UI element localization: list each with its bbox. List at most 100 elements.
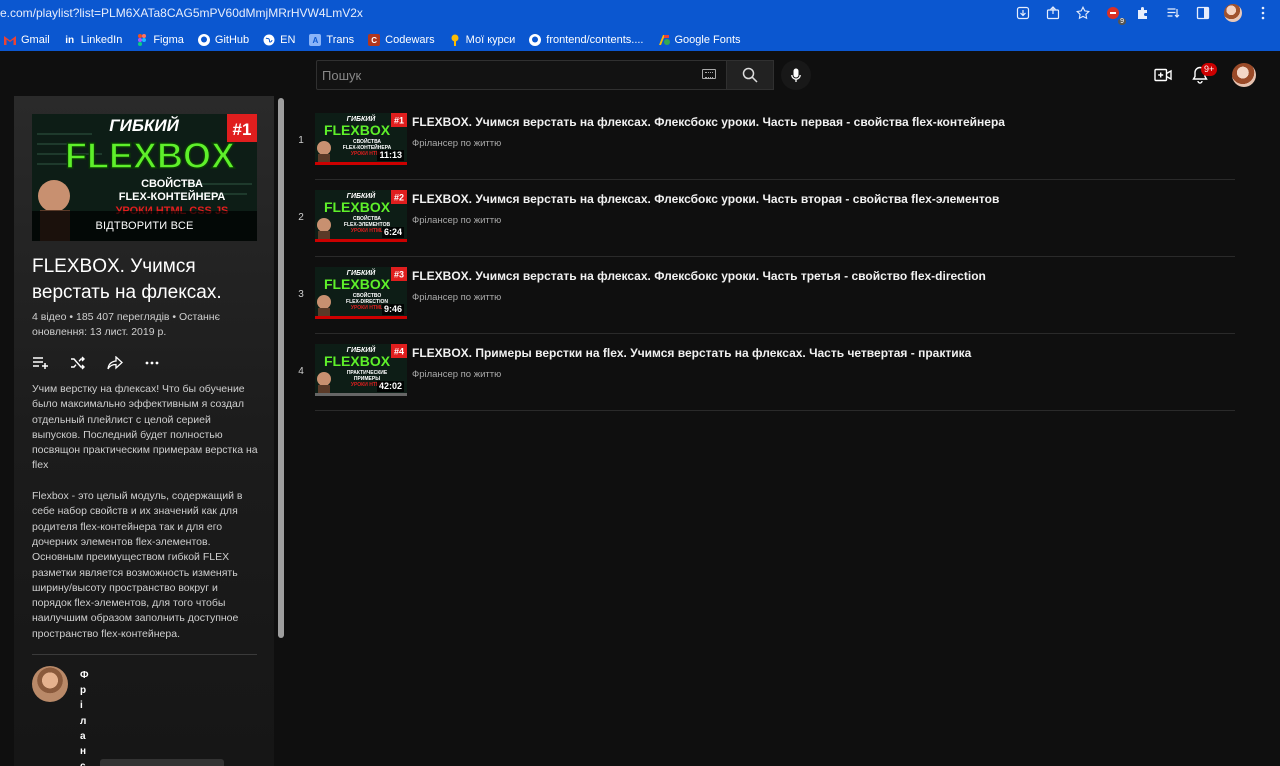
search-button[interactable] [727, 60, 774, 90]
bookmark-label: Codewars [385, 34, 435, 46]
courses-icon [449, 34, 461, 46]
playlist-thumbnail[interactable]: #1 ГИБКИЙ FLEXBOX СВОЙСТВА FLEX-КОНТЕЙНЕ… [32, 114, 257, 241]
youtube-header: 9+ [0, 51, 1280, 96]
install-app-icon[interactable] [1014, 4, 1032, 22]
bookmark-codewars[interactable]: C Codewars [368, 34, 435, 46]
thumb-small-text: ГИБКИЙ [109, 115, 179, 135]
video-index: 2 [298, 212, 304, 223]
browser-profile-avatar[interactable] [1224, 4, 1242, 22]
play-all-button[interactable]: ВІДТВОРИТИ ВСЕ [32, 211, 257, 241]
bookmark-label: Figma [153, 34, 184, 46]
reading-list-icon[interactable] [1164, 4, 1182, 22]
bookmark-linkedin[interactable]: in LinkedIn [64, 34, 122, 46]
bookmark-google-fonts[interactable]: Google Fonts [658, 34, 741, 46]
create-video-button[interactable] [1153, 65, 1173, 85]
bookmark-label: frontend/contents.... [546, 34, 644, 46]
thumb-badge: #1 [233, 120, 252, 139]
video-duration: 6:24 [381, 227, 404, 238]
translate-icon: A [309, 34, 322, 46]
divider [32, 654, 257, 655]
thumb-badge: #2 [394, 193, 404, 203]
video-channel[interactable]: Фрілансер по життю [412, 215, 501, 226]
codewars-icon: C [368, 34, 381, 46]
bookmark-frontend-contents[interactable]: frontend/contents.... [529, 34, 644, 46]
search-input[interactable] [317, 61, 687, 89]
bookmark-my-courses[interactable]: Мої курси [449, 34, 516, 46]
video-title[interactable]: FLEXBOX. Учимся верстать на флексах. Фле… [412, 115, 1005, 129]
playlist-actions [32, 354, 161, 372]
video-thumbnail[interactable]: #1 ГИБКИЙ FLEXBOX СВОЙСТВА FLEX-КОНТЕЙНЕ… [315, 113, 407, 165]
add-to-playlist-icon [33, 357, 48, 369]
watched-progress-bar [315, 239, 407, 242]
playlist-description: Учим верстку на флексах! Что бы обучение… [32, 383, 258, 640]
bookmark-label: Мої курси [465, 34, 516, 46]
share-arrow-icon [107, 356, 123, 370]
bookmarks-bar: Gmail in LinkedIn Figma GitHub EN A Tran… [0, 29, 1280, 51]
playlist-video-item[interactable]: 3 #3 ГИБКИЙ FLEXBOX СВОЙСТВО FLEX-DIRECT… [298, 257, 1235, 334]
thumb-big-text: FLEXBOX [324, 353, 391, 369]
thumb-big-text: FLEXBOX [324, 199, 391, 215]
thumb-big-text: FLEXBOX [324, 276, 391, 292]
browser-url-bar: e.com/playlist?list=PLM6XATa8CAG5mPV60dM… [0, 0, 1280, 29]
playlist-meta: 4 відео • 185 407 переглядів • Останнє о… [32, 311, 220, 338]
figma-icon [136, 34, 148, 46]
save-to-library-button[interactable] [32, 354, 50, 372]
video-index: 3 [298, 289, 304, 300]
panel-scrollbar[interactable] [278, 98, 284, 638]
video-duration: 9:46 [381, 304, 404, 315]
thumb-line1: СВОЙСТВА [353, 214, 381, 222]
video-thumbnail[interactable]: #2 ГИБКИЙ FLEXBOX СВОЙСТВА FLEX-ЭЛЕМЕНТО… [315, 190, 407, 242]
channel-name[interactable]: Фріланс [80, 668, 89, 766]
video-thumbnail[interactable]: #3 ГИБКИЙ FLEXBOX СВОЙСТВО FLEX-DIRECTIO… [315, 267, 407, 319]
shuffle-icon [71, 356, 85, 370]
shuffle-button[interactable] [69, 354, 87, 372]
browser-menu-icon[interactable] [1254, 4, 1272, 22]
video-thumbnail[interactable]: #4 ГИБКИЙ FLEXBOX ПРАКТИЧЕСКИЕ ПРИМЕРЫ У… [315, 344, 407, 396]
video-channel[interactable]: Фрілансер по життю [412, 369, 501, 380]
linkedin-icon: in [65, 34, 75, 46]
more-horizontal-icon [145, 361, 159, 365]
voice-search-button[interactable] [781, 60, 811, 90]
thumb-line3: УРОКИ HTML [351, 305, 383, 311]
video-channel[interactable]: Фрілансер по життю [412, 292, 501, 303]
thumb-line3: УРОКИ HTML [351, 228, 383, 234]
bookmark-star-icon[interactable] [1074, 4, 1092, 22]
github-icon [197, 34, 210, 46]
bookmark-figma[interactable]: Figma [136, 34, 184, 46]
thumb-line1: СВОЙСТВО [353, 291, 382, 299]
playlist-video-list: 1 #1 ГИБКИЙ FLEXBOX СВОЙСТВА FLEX-КОНТЕЙ… [290, 103, 1235, 411]
playlist-video-item[interactable]: 2 #2 ГИБКИЙ FLEXBOX СВОЙСТВА FLEX-ЭЛЕМЕН… [298, 180, 1235, 257]
side-panel-icon[interactable] [1194, 4, 1212, 22]
bookmark-github[interactable]: GitHub [197, 34, 250, 46]
extension-adblock-icon[interactable]: 9 [1104, 4, 1126, 25]
channel-avatar[interactable] [32, 666, 68, 702]
bookmark-label: Trans [326, 34, 355, 46]
extensions-puzzle-icon[interactable] [1134, 4, 1152, 22]
more-actions-button[interactable] [143, 354, 161, 372]
extension-badge: 9 [1118, 18, 1126, 25]
watched-progress-bar [315, 393, 407, 396]
playlist-video-item[interactable]: 4 #4 ГИБКИЙ FLEXBOX ПРАКТИЧЕСКИЕ ПРИМЕРЫ… [298, 334, 1235, 411]
play-all-label: ВІДТВОРИТИ ВСЕ [95, 220, 194, 232]
playlist-title: FLEXBOX. Учимся верстать на флексах. [32, 256, 222, 303]
keyboard-icon[interactable] [702, 69, 716, 79]
video-title[interactable]: FLEXBOX. Примеры верстки на flex. Учимся… [412, 346, 971, 360]
share-button[interactable] [106, 354, 124, 372]
watched-progress-bar [315, 162, 407, 165]
thumb-big-text: FLEXBOX [65, 135, 235, 176]
bookmark-trans[interactable]: A Trans [309, 34, 354, 46]
playlist-info-panel: #1 ГИБКИЙ FLEXBOX СВОЙСТВА FLEX-КОНТЕЙНЕ… [14, 96, 274, 766]
url-text[interactable]: e.com/playlist?list=PLM6XATa8CAG5mPV60dM… [0, 6, 363, 20]
playlist-video-item[interactable]: 1 #1 ГИБКИЙ FLEXBOX СВОЙСТВА FLEX-КОНТЕЙ… [298, 103, 1235, 180]
thumb-badge: #4 [394, 347, 404, 357]
share-icon[interactable] [1044, 4, 1062, 22]
bookmark-gmail[interactable]: Gmail [4, 34, 50, 46]
bottom-bar [100, 759, 224, 766]
video-duration: 11:13 [377, 150, 404, 161]
video-title[interactable]: FLEXBOX. Учимся верстать на флексах. Фле… [412, 269, 986, 283]
account-avatar[interactable] [1232, 63, 1256, 87]
bookmark-label: GitHub [214, 34, 250, 46]
video-channel[interactable]: Фрілансер по життю [412, 138, 501, 149]
video-title[interactable]: FLEXBOX. Учимся верстать на флексах. Фле… [412, 192, 999, 206]
bookmark-en[interactable]: EN [263, 34, 295, 46]
